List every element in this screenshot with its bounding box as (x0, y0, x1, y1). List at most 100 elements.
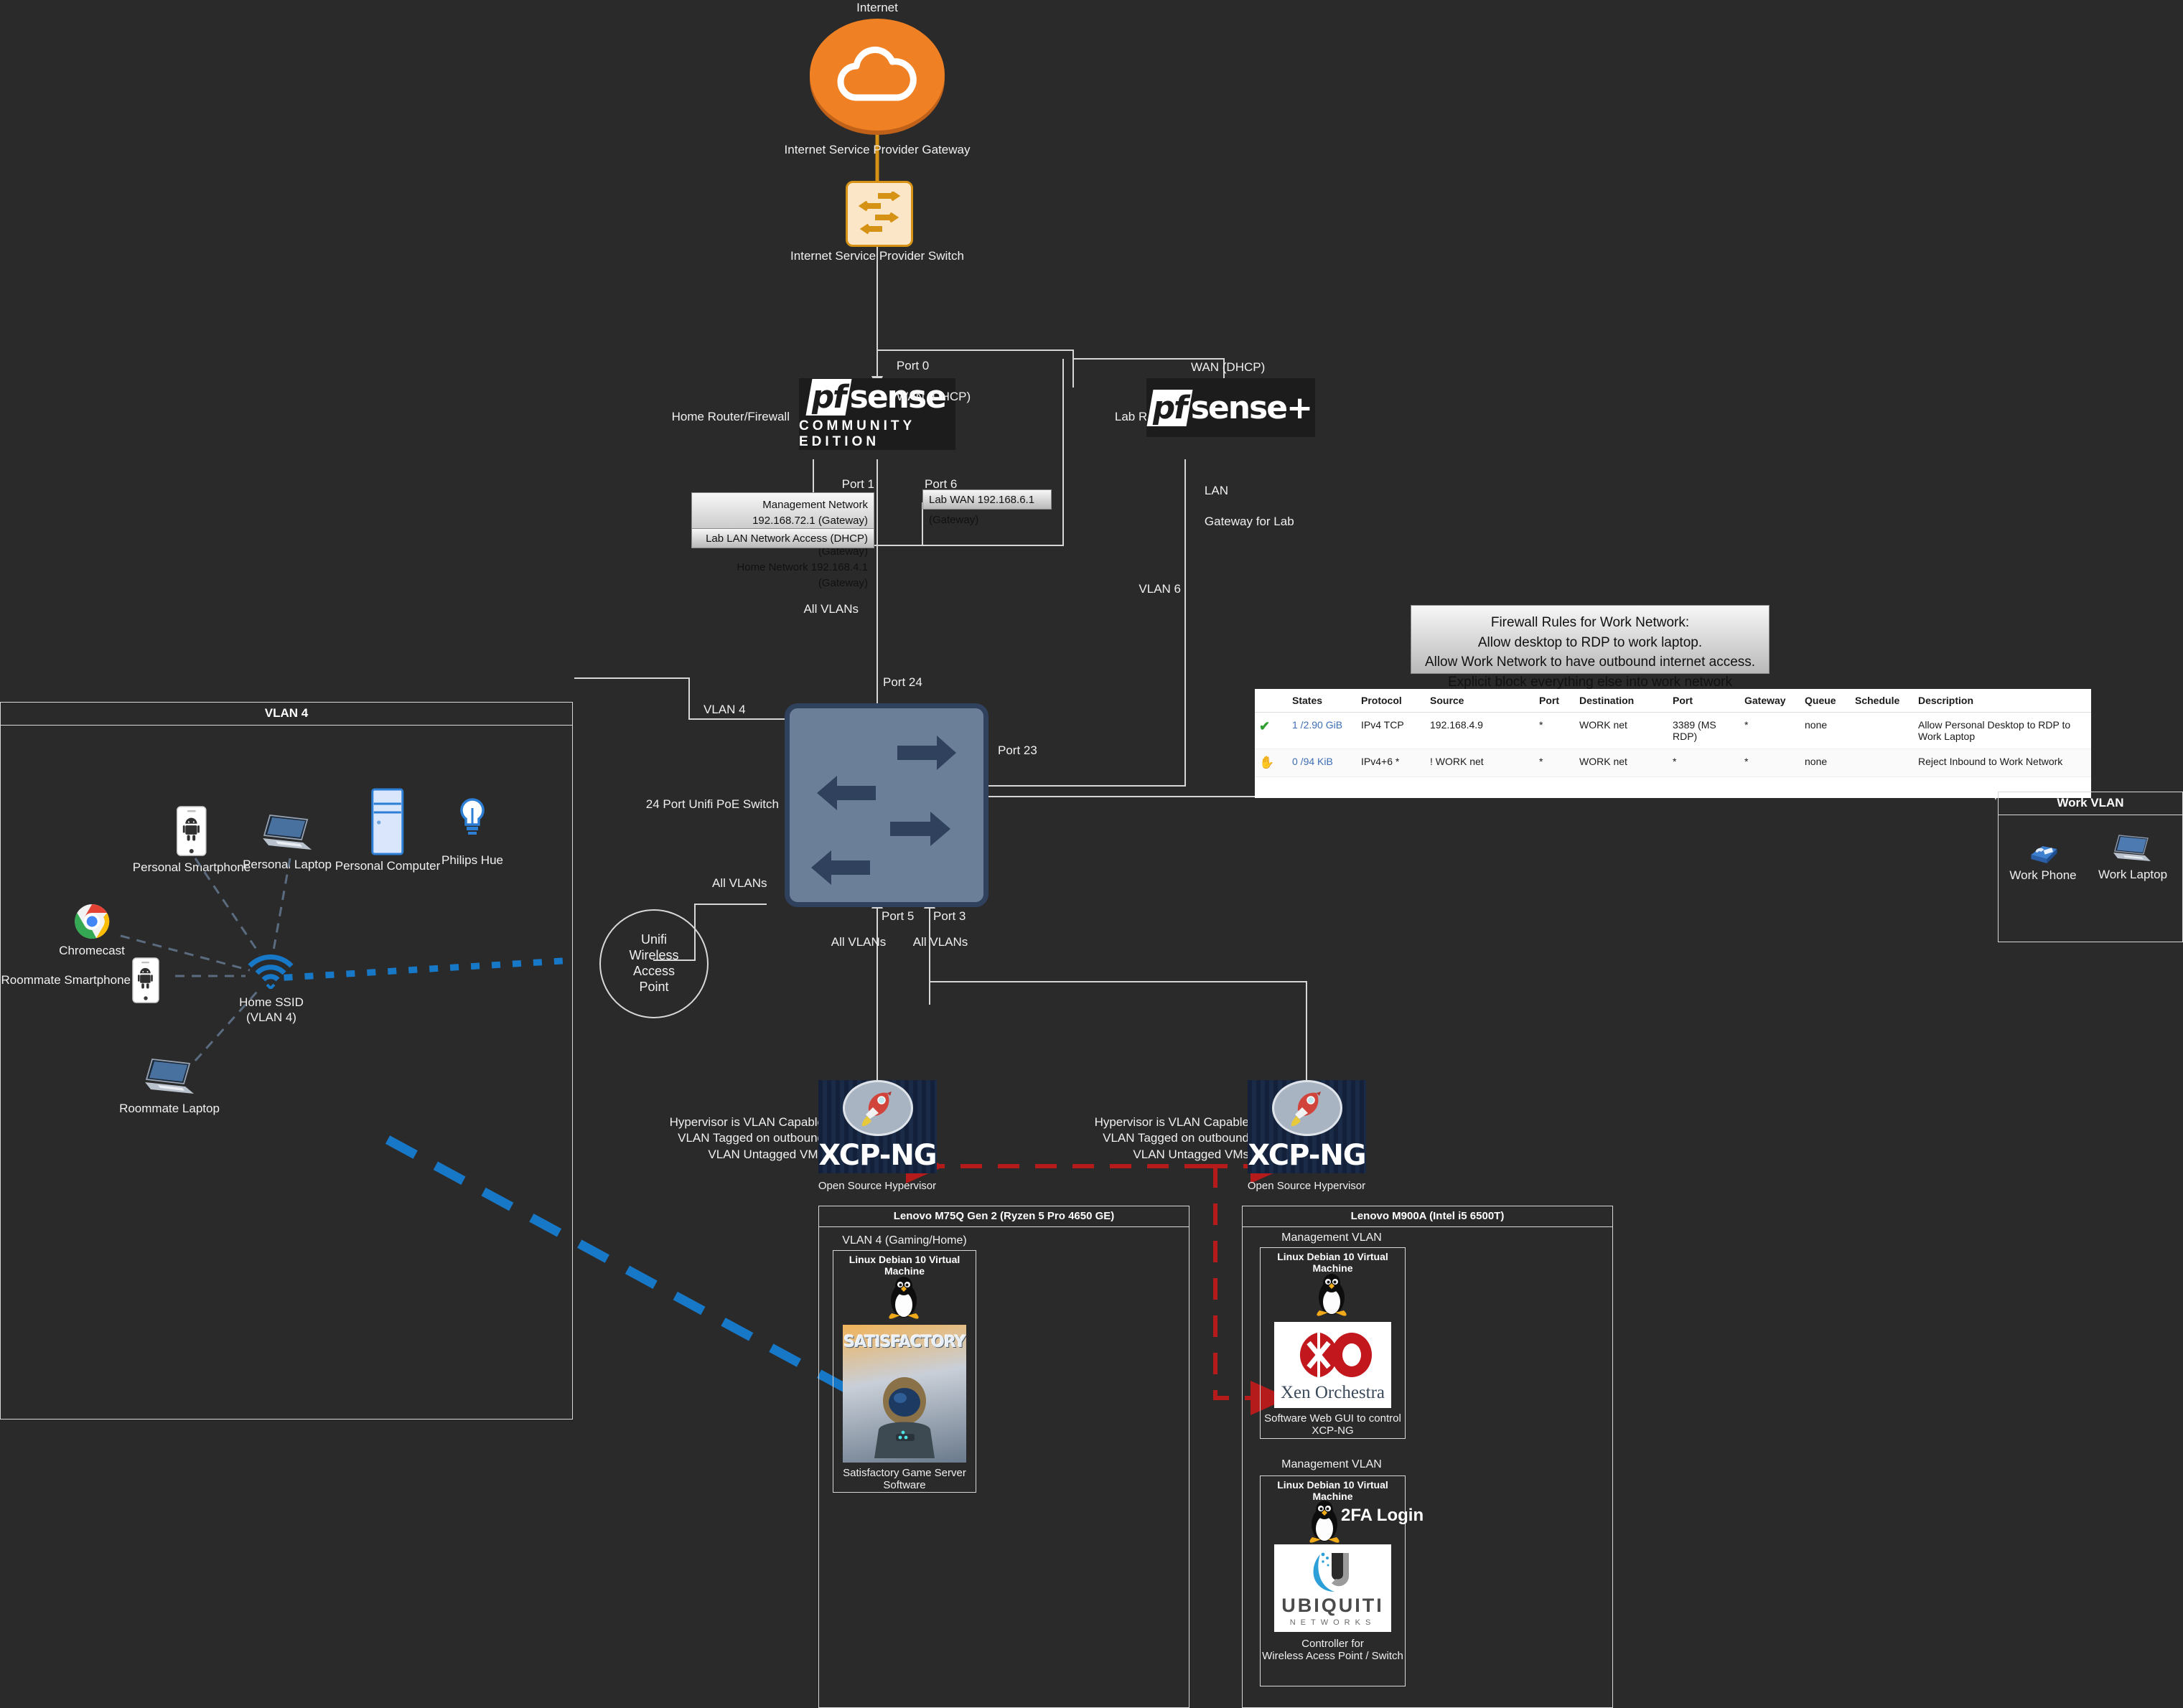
switch-port5-label: Port 5 (882, 909, 915, 923)
laptop-icon (2113, 835, 2151, 861)
switch-port3-vlans-label: All VLANs (912, 935, 968, 949)
ubiquiti-subwordmark: NETWORKS (1289, 1618, 1376, 1627)
left-xcpng-logo: XCP-NG (818, 1080, 937, 1173)
device-roommate-smartphone (131, 957, 160, 1008)
col-states: States (1288, 689, 1357, 713)
pfsense-edition-text: COMMUNITY EDITION (799, 418, 915, 449)
satisfactory-wordmark: SATISFACTORY (843, 1333, 966, 1351)
device-label: Work Phone (2009, 868, 2077, 882)
switch-port23-label: Port 23 (998, 743, 1037, 757)
cell-description: Reject Inbound to Work Network (1914, 749, 2091, 777)
home-router-lan-port-label: Port 1 (841, 477, 874, 491)
pfsenseplus-plus-text: + (1286, 389, 1313, 426)
chrome-icon (74, 904, 110, 939)
lab-wan-callout: Lab WAN 192.168.6.1 (Gateway) (922, 489, 1052, 526)
lightbulb-icon (460, 798, 485, 835)
desk-phone-icon (2030, 846, 2057, 863)
right-vm1-caption: Software Web GUI to control XCP-NG (1264, 1412, 1401, 1437)
switch-port5-vlans-label: All VLANs (831, 935, 887, 949)
cell-states: 1 /2.90 GiB (1288, 712, 1357, 749)
switch-vlan4-port-label: VLAN 4 (703, 703, 746, 716)
xen-orchestra-logo: Xen Orchestra (1274, 1322, 1391, 1408)
network-home: Home Network 192.168.4.1 (Gateway) (737, 561, 868, 589)
firewall-rules-callout: Firewall Rules for Work Network: Allow d… (1411, 605, 1770, 690)
lab-router-wan-label: WAN (DHCP) (1191, 360, 1266, 374)
lab-router-lan-label: LAN Gateway for Lab (1191, 468, 1294, 544)
device-work-phone: Work Phone (2009, 836, 2077, 883)
cell-dst-port: 3389 (MS RDP) (1668, 712, 1740, 749)
network-diagram-canvas: Internet Internet Service Provider Gatew… (0, 0, 2183, 1708)
wan-port-number: Port 0 (896, 359, 930, 373)
unifi-poe-switch[interactable] (785, 703, 988, 907)
cell-destination: WORK net (1575, 749, 1668, 777)
lab-lan-access-callout: Lab LAN Network Access (DHCP) (691, 528, 874, 548)
isp-gateway-label: Internet Service Provider Gateway (784, 143, 971, 156)
right-vm1-linux-icon (1312, 1273, 1351, 1321)
linux-penguin-icon (1309, 1501, 1340, 1543)
android-phone-icon (177, 806, 207, 856)
lab-lan-line2: Gateway for Lab (1204, 514, 1294, 528)
col-description: Description (1914, 689, 2091, 713)
left-vm-caption: Satisfactory Game Server Software (843, 1467, 966, 1491)
table-row[interactable]: ✔ 1 /2.90 GiB IPv4 TCP 192.168.4.9 * WOR… (1255, 712, 2091, 749)
cell-destination: WORK net (1575, 712, 1668, 749)
left-host-title: Lenovo M75Q Gen 2 (Ryzen 5 Pro 4650 GE) (819, 1206, 1189, 1227)
lab-lan-access-text: Lab LAN Network Access (DHCP) (706, 532, 868, 545)
right-hypervisor-caption: Open Source Hypervisor (1247, 1180, 1366, 1192)
pfsense-pf-mark: pf (805, 378, 852, 416)
xcpng-wordmark: XCP-NG (1248, 1139, 1366, 1172)
xo-mark-icon (1299, 1333, 1372, 1377)
rocket-icon (1271, 1080, 1342, 1136)
home-router-wan-port-label: Port 0 WAN (DHCP) (883, 343, 971, 419)
network-management: Management Network 192.168.72.1 (Gateway… (752, 499, 868, 527)
right-vm1-os-title: Linux Debian 10 Virtual Machine (1277, 1251, 1388, 1274)
cell-src-port: * (1535, 749, 1575, 777)
lab-router-logo: pfsense+ (1146, 378, 1315, 437)
left-vm-vlan-title: VLAN 4 (Gaming/Home) (842, 1234, 967, 1247)
col-schedule: Schedule (1851, 689, 1914, 713)
col-destination: Destination (1575, 689, 1668, 713)
firewall-callout-text: Firewall Rules for Work Network: Allow d… (1424, 615, 1756, 690)
col-protocol: Protocol (1357, 689, 1426, 713)
cell-schedule (1851, 712, 1914, 749)
right-hypervisor-note: Hypervisor is VLAN Capable VLAN Tagged o… (1094, 1115, 1249, 1161)
switch-ap-vlans-label: All VLANs (712, 876, 767, 890)
col-gateway: Gateway (1740, 689, 1800, 713)
cell-source: 192.168.4.9 (1426, 712, 1535, 749)
device-personal-computer: Personal Computer (335, 788, 440, 873)
device-label: Work Laptop (2098, 868, 2168, 881)
col-src-port: Port (1535, 689, 1575, 713)
table-header-row: States Protocol Source Port Destination … (1255, 689, 2091, 713)
lab-wan-text: Lab WAN 192.168.6.1 (Gateway) (929, 494, 1035, 526)
internet-title: Internet (856, 1, 898, 14)
cell-dst-port: * (1668, 749, 1740, 777)
right-vm2-linux-icon (1305, 1500, 1344, 1548)
switch-arrows-icon (811, 736, 956, 885)
roommate-smartphone-label: Roommate Smartphone (1, 973, 131, 987)
left-vm-linux-icon (884, 1276, 923, 1324)
cell-src-port: * (1535, 712, 1575, 749)
lab-lan-line1: LAN (1204, 484, 1228, 498)
twofa-login-badge: 2FA Login (1341, 1506, 1424, 1525)
home-ssid-label: Home SSID (VLAN 4) (239, 995, 304, 1025)
xen-orchestra-wordmark: Xen Orchestra (1280, 1383, 1385, 1402)
unifi-access-point[interactable]: Unifi Wireless Access Point (599, 909, 709, 1018)
check-icon: ✔ (1259, 719, 1271, 733)
cell-protocol: IPv4+6 * (1357, 749, 1426, 777)
ubiquiti-wordmark: UBIQUITI (1281, 1594, 1384, 1616)
home-router-side-label: Home Router/Firewall (671, 410, 790, 423)
device-work-laptop: Work Laptop (2098, 832, 2167, 882)
col-icon (1255, 689, 1288, 713)
internet-cloud-icon (810, 19, 945, 131)
desktop-tower-icon (371, 788, 404, 855)
firewall-rules-table: States Protocol Source Port Destination … (1255, 689, 2091, 798)
device-label: Chromecast (59, 944, 125, 957)
right-vm1-vlan-title: Management VLAN (1281, 1231, 1382, 1244)
satisfactory-logo: SATISFACTORY (843, 1325, 966, 1463)
rocket-icon (842, 1080, 913, 1136)
table-row[interactable]: ✋ 0 /94 KiB IPv4+6 * ! WORK net * WORK n… (1255, 749, 2091, 777)
cell-queue: none (1800, 749, 1851, 777)
ubiquiti-u-icon (1313, 1552, 1349, 1592)
col-source: Source (1426, 689, 1535, 713)
cell-gateway: * (1740, 712, 1800, 749)
